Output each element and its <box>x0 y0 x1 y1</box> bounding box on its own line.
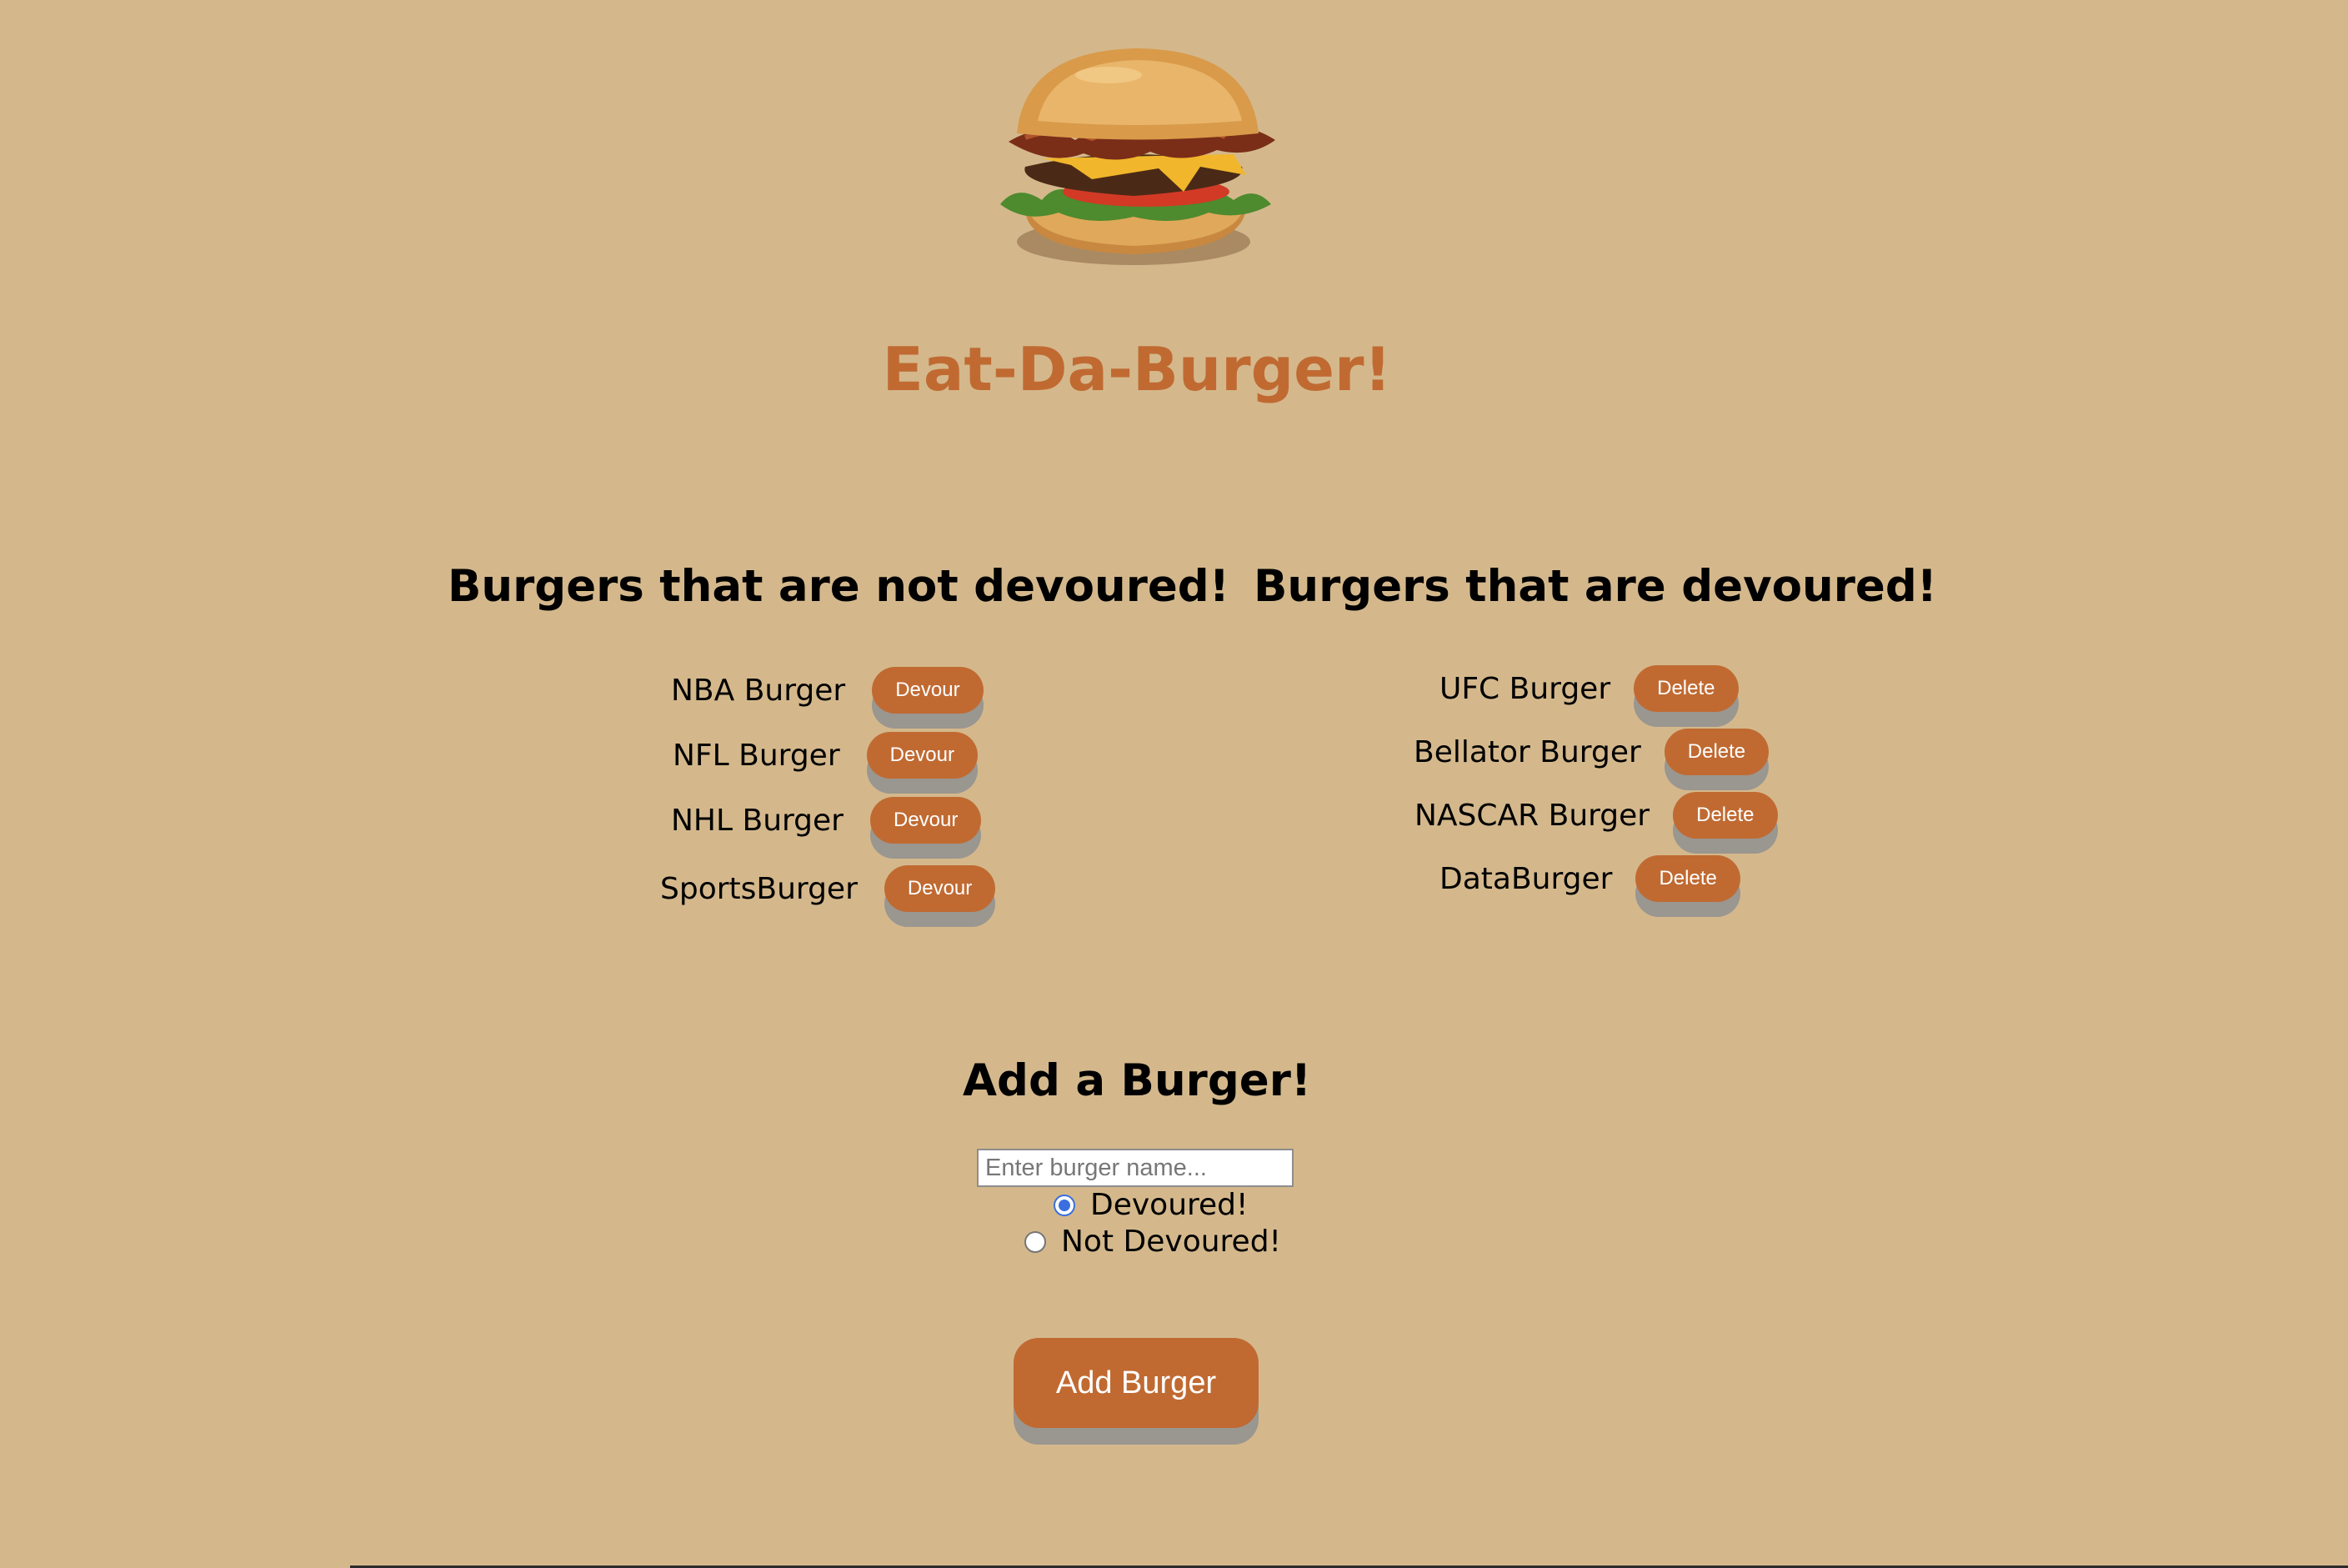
devour-button[interactable]: Devour <box>866 732 978 779</box>
burger-name: NHL Burger <box>671 803 844 838</box>
devoured-heading: Burgers that are devoured! <box>1254 561 1937 612</box>
list-item: DataBurger Delete <box>1439 855 1740 902</box>
add-burger-heading: Add a Burger! <box>962 1055 1312 1106</box>
radio-devoured-row[interactable]: Devoured! <box>1054 1188 1248 1222</box>
list-item: NHL Burger Devour <box>671 797 982 844</box>
delete-button[interactable]: Delete <box>1635 855 1740 902</box>
page-title: Eat-Da-Burger! <box>882 334 1392 404</box>
list-item: NFL Burger Devour <box>673 732 978 779</box>
radio-not-devoured[interactable] <box>1024 1230 1046 1253</box>
devour-button[interactable]: Devour <box>872 667 984 714</box>
list-item: Bellator Burger Delete <box>1414 729 1770 775</box>
burger-name: NASCAR Burger <box>1414 798 1650 833</box>
burger-name: SportsBurger <box>660 871 858 906</box>
add-burger-button[interactable]: Add Burger <box>1014 1338 1259 1428</box>
burger-name-input[interactable] <box>977 1149 1294 1187</box>
delete-button[interactable]: Delete <box>1673 792 1778 839</box>
devour-button[interactable]: Devour <box>884 865 996 912</box>
radio-not-devoured-label: Not Devoured! <box>1061 1225 1281 1259</box>
radio-devoured[interactable] <box>1054 1194 1075 1216</box>
burger-name: NFL Burger <box>673 738 840 773</box>
burger-name: Bellator Burger <box>1414 734 1641 769</box>
delete-button[interactable]: Delete <box>1634 665 1739 712</box>
list-item: UFC Burger Delete <box>1439 665 1739 712</box>
list-item: NBA Burger Devour <box>671 667 984 714</box>
delete-button[interactable]: Delete <box>1664 729 1770 775</box>
burger-name: NBA Burger <box>671 673 846 708</box>
list-item: NASCAR Burger Delete <box>1414 792 1778 839</box>
radio-not-devoured-row[interactable]: Not Devoured! <box>1024 1225 1281 1259</box>
burger-name: DataBurger <box>1439 861 1613 896</box>
radio-devoured-label: Devoured! <box>1090 1188 1249 1222</box>
devour-button[interactable]: Devour <box>869 797 982 844</box>
list-item: SportsBurger Devour <box>660 865 996 912</box>
burger-image <box>1000 48 1275 265</box>
burger-name: UFC Burger <box>1439 671 1611 706</box>
not-devoured-heading: Burgers that are not devoured! <box>448 561 1229 612</box>
